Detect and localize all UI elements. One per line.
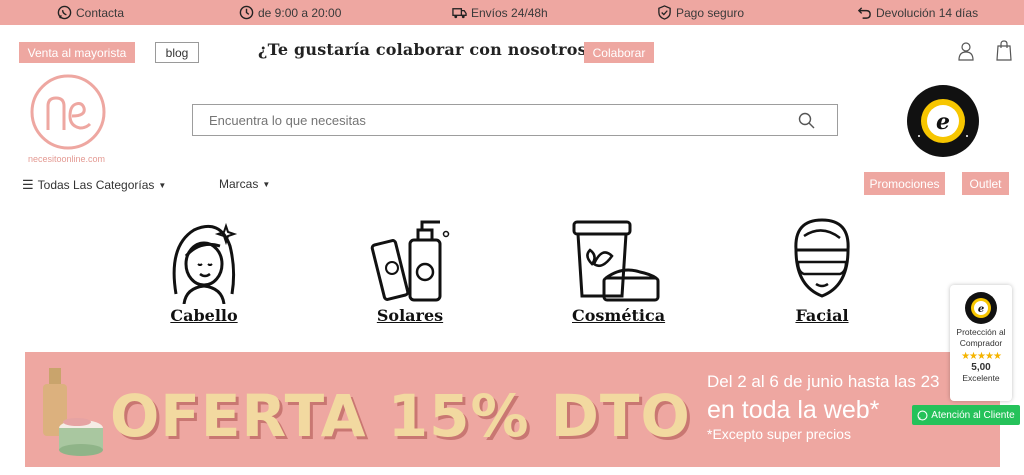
- truck-icon: [452, 8, 467, 19]
- promotions-button[interactable]: Promociones: [864, 172, 945, 195]
- trusted-shops-small-icon: e: [965, 292, 997, 324]
- promo-banner[interactable]: OFERTA 15% DTO Del 2 al 6 de junio hasta…: [25, 352, 1000, 467]
- hamburger-icon: ☰: [22, 177, 34, 192]
- caret-down-icon: ▼: [158, 180, 167, 190]
- top-info-bar: Contacta de 9:00 a 20:00 Envíos 24/48h P…: [0, 0, 1024, 25]
- svg-text:e: e: [936, 109, 950, 135]
- category-cabello[interactable]: Cabello: [164, 216, 244, 325]
- hours-label: de 9:00 a 20:00: [258, 5, 342, 20]
- shopping-bag-icon[interactable]: [996, 40, 1012, 61]
- payment-info: Pago seguro: [657, 4, 744, 21]
- category-facial[interactable]: Facial: [784, 216, 860, 325]
- all-categories-label: Todas Las Categorías: [37, 178, 155, 192]
- banner-note: *Excepto super precios: [707, 426, 851, 442]
- brands-menu[interactable]: Marcas ▼: [219, 177, 270, 191]
- whatsapp-label: Atención al Cliente: [931, 409, 1015, 421]
- product-bottle-icon: [43, 368, 103, 456]
- banner-dates: Del 2 al 6 de junio hasta las 23: [707, 372, 940, 391]
- search-icon[interactable]: [798, 112, 815, 129]
- brands-label: Marcas: [219, 177, 259, 191]
- hours-info: de 9:00 a 20:00: [239, 4, 341, 21]
- returns-label: Devolución 14 días: [876, 5, 979, 20]
- outlet-button[interactable]: Outlet: [962, 172, 1009, 195]
- whatsapp-icon: [57, 5, 72, 20]
- all-categories-menu[interactable]: ☰ Todas Las Categorías ▼: [22, 177, 166, 193]
- user-account-icon[interactable]: [958, 41, 974, 61]
- hair-woman-icon: [172, 222, 238, 304]
- logo-text: necesitoonline.com: [28, 154, 106, 164]
- search-bar: [192, 104, 838, 136]
- contact-link[interactable]: Contacta: [57, 4, 124, 21]
- category-cosmetica[interactable]: Cosmética: [572, 216, 666, 325]
- contact-label: Contacta: [76, 5, 125, 20]
- trust-rating-widget[interactable]: e Protección al Comprador ★★★★★ 5,00 Exc…: [950, 285, 1012, 401]
- trusted-shops-badge[interactable]: e: [905, 84, 981, 158]
- whatsapp-support-button[interactable]: Atención al Cliente: [912, 405, 1020, 425]
- rating-label: Excelente: [962, 373, 1000, 383]
- shield-check-icon: [658, 5, 671, 20]
- rating-value: 5,00: [971, 362, 991, 373]
- category-label: Cosmética: [572, 306, 666, 325]
- clock-icon: [239, 5, 254, 20]
- blog-button[interactable]: blog: [155, 42, 199, 63]
- site-logo[interactable]: [28, 72, 110, 162]
- rating-stars-icon: ★★★★★: [961, 351, 1002, 362]
- collab-question: ¿Te gustaría colaborar con nosotros?: [258, 40, 597, 59]
- svg-text:e: e: [978, 304, 984, 315]
- whatsapp-icon: [917, 409, 928, 421]
- banner-headline: OFERTA 15% DTO: [110, 382, 691, 450]
- banner-web: en toda la web*: [707, 396, 880, 424]
- sunscreen-icon: [370, 220, 450, 302]
- wholesale-button[interactable]: Venta al mayorista: [19, 42, 135, 63]
- category-solares[interactable]: Solares: [370, 216, 450, 325]
- shipping-label: Envíos 24/48h: [471, 5, 548, 20]
- category-label: Solares: [376, 306, 444, 325]
- search-input[interactable]: [209, 113, 769, 128]
- collab-button[interactable]: Colaborar: [584, 42, 654, 63]
- returns-info: Devolución 14 días: [857, 4, 978, 21]
- shipping-info: Envíos 24/48h: [452, 4, 548, 21]
- category-label: Cabello: [170, 306, 238, 325]
- protection-label: Protección al Comprador: [956, 327, 1006, 348]
- category-label: Facial: [795, 306, 849, 325]
- return-arrow-icon: [857, 7, 871, 19]
- cream-jar-icon: [572, 220, 660, 302]
- caret-down-icon: ▼: [262, 179, 271, 189]
- face-towel-icon: [794, 218, 850, 298]
- payment-label: Pago seguro: [676, 5, 745, 20]
